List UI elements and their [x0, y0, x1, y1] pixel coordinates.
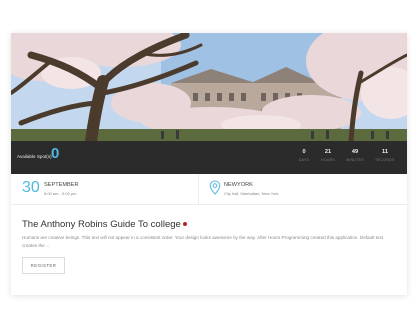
event-description: Humans are creative beings. This text wi… [22, 235, 384, 248]
countdown-seconds: 11 SECONDS [371, 149, 399, 162]
event-info-row: 30 SEPTEMBER 8:00 am - 5:00 pm NEWYORK C… [11, 174, 407, 205]
event-month: SEPTEMBER [44, 182, 79, 188]
countdown-seconds-unit: SECONDS [375, 158, 395, 162]
event-title[interactable]: The Anthony Robins Guide To college [22, 219, 187, 230]
available-spots-value: 0 [51, 145, 60, 162]
countdown-hours: 21 HOURS [314, 149, 342, 162]
register-button[interactable]: REGISTER [22, 257, 65, 274]
map-pin-icon [209, 180, 221, 195]
event-day: 30 [22, 179, 40, 196]
countdown-minutes: 49 MINUTES [341, 149, 369, 162]
event-title-text[interactable]: The Anthony Robins Guide To college [22, 219, 181, 230]
cherry-blossom-campus-photo [11, 33, 407, 141]
event-time: 8:00 am - 5:00 pm [44, 191, 77, 196]
event-city: NEWYORK [224, 182, 253, 188]
countdown-minutes-value: 49 [351, 149, 359, 155]
event-hero-image [11, 33, 407, 141]
event-card: Available Spot(s) 0 0 DAYS 21 HOURS 49 M… [11, 33, 407, 295]
countdown-seconds-value: 11 [382, 149, 388, 155]
countdown-hours-unit: HOURS [321, 158, 335, 162]
countdown-minutes-unit: MINUTES [346, 158, 364, 162]
event-address: City hall, Manhattan, New York [224, 191, 279, 196]
status-dot-icon [182, 222, 187, 227]
info-divider [198, 174, 199, 205]
available-spots-label: Available Spot(s) [17, 154, 52, 159]
availability-bar: Available Spot(s) 0 0 DAYS 21 HOURS 49 M… [11, 141, 407, 174]
countdown-hours-value: 21 [324, 149, 332, 155]
